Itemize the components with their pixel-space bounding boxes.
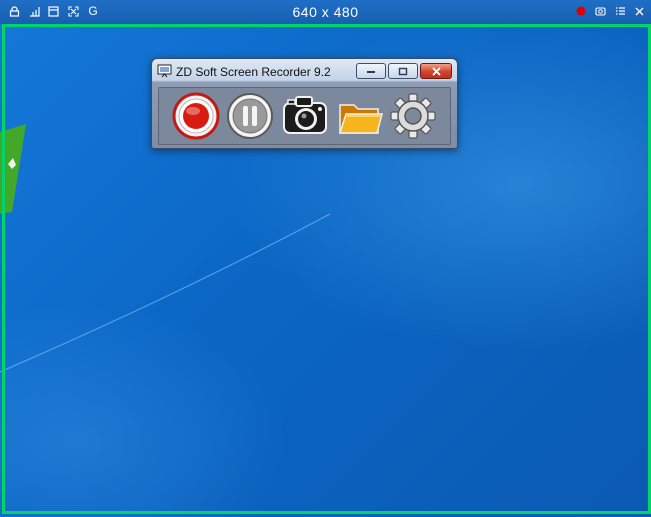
- maximize-button[interactable]: [388, 63, 418, 79]
- pause-button[interactable]: [225, 91, 275, 141]
- record-button[interactable]: [171, 91, 221, 141]
- maximize-icon: [398, 67, 408, 75]
- camera-icon[interactable]: [593, 4, 607, 18]
- close-button[interactable]: [420, 63, 452, 79]
- screenshot-button[interactable]: [280, 91, 330, 141]
- settings-button[interactable]: [388, 91, 438, 141]
- record-icon: [172, 92, 220, 140]
- menu-icon[interactable]: [613, 4, 627, 18]
- close-icon[interactable]: [632, 4, 646, 18]
- recorder-toolbar: [158, 87, 451, 145]
- app-icon: [157, 64, 172, 78]
- minimize-button[interactable]: [356, 63, 386, 79]
- open-folder-button[interactable]: [335, 91, 385, 141]
- camera-icon: [283, 96, 327, 134]
- region-size-label: 640 x 480: [292, 4, 359, 20]
- pause-icon: [227, 93, 273, 139]
- record-dot-icon[interactable]: [574, 4, 588, 18]
- minimize-icon: [367, 71, 375, 73]
- gear-icon: [390, 93, 436, 139]
- recorder-titlebar[interactable]: ZD Soft Screen Recorder 9.2: [152, 59, 457, 85]
- region-toolbar: G 640 x 480: [0, 0, 651, 24]
- wallpaper-light-streak: [0, 213, 331, 373]
- recorder-window: ZD Soft Screen Recorder 9.2: [151, 58, 458, 149]
- close-x-icon: [431, 66, 441, 76]
- folder-icon: [338, 104, 383, 134]
- wallpaper-leaf: [0, 124, 26, 214]
- recorder-title: ZD Soft Screen Recorder 9.2: [176, 65, 331, 79]
